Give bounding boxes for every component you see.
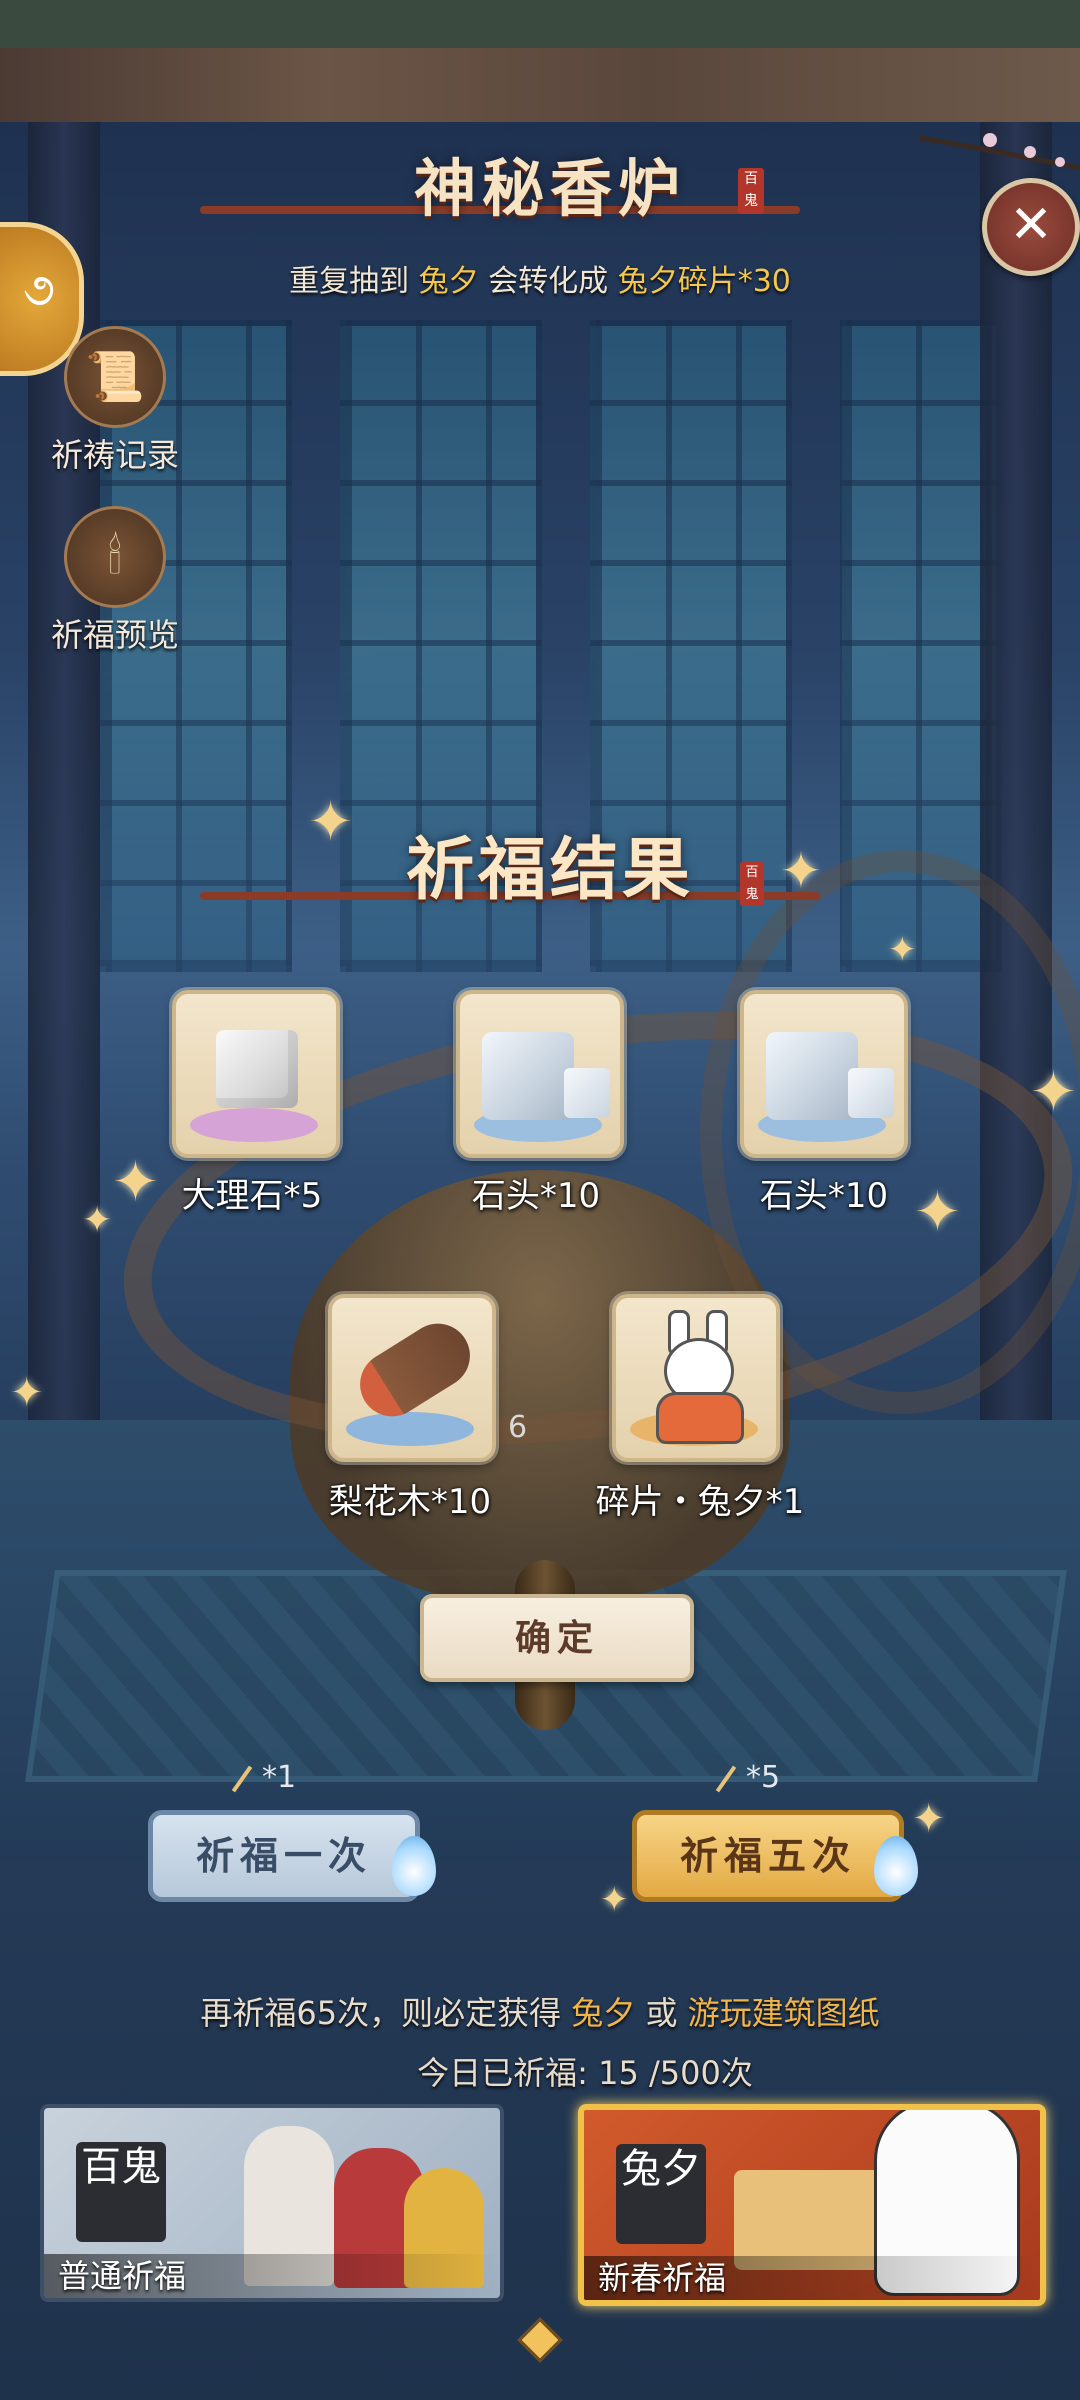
pray-once-cost-value: *1 (262, 1760, 297, 1795)
reward-item-card[interactable] (172, 990, 340, 1158)
reward-item-card[interactable] (740, 990, 908, 1158)
incense-icon: 🕯 (64, 506, 166, 608)
reward-item-card[interactable] (612, 1294, 780, 1462)
confirm-button[interactable]: 确定 (420, 1594, 694, 1682)
sparkle-icon: ✦ (912, 1796, 946, 1842)
today-label: 今日已祈福: (417, 2054, 588, 2092)
item-glow (190, 1108, 318, 1142)
sparkle-icon: ✦ (10, 1370, 44, 1416)
sparkle-icon: ✦ (308, 790, 354, 853)
pray-five-button[interactable]: 祈福五次 (632, 1810, 904, 1902)
sparkle-icon: ✦ (600, 1880, 629, 1920)
reward-item-card[interactable] (328, 1294, 496, 1462)
status-bar (0, 0, 1080, 48)
wood-beam (0, 48, 1080, 122)
notice-name: 兔夕 (418, 264, 479, 299)
result-seal: 百鬼 (740, 862, 764, 906)
notice-middle: 会转化成 (488, 264, 609, 299)
pity-middle: 或 (645, 1994, 678, 2032)
marble-icon (216, 1030, 298, 1108)
reward-item-label: 石头*10 (759, 1176, 889, 1216)
sparkle-icon: ✦ (780, 842, 822, 900)
history-label: 祈祷记录 (50, 436, 179, 474)
pray-five-cost-value: *5 (746, 1760, 781, 1795)
today-value: 15 /500次 (598, 2054, 753, 2092)
result-title: 祈福结果 (405, 830, 694, 910)
sparkle-icon: ✦ (82, 1200, 113, 1241)
reward-item-label: 梨花木*10 (328, 1482, 492, 1522)
pity-prefix: 再祈福65次，则必定获得 (200, 1994, 562, 2032)
pray-once-cost: *1 (231, 1760, 297, 1795)
pity-counter-text: 再祈福65次，则必定获得 兔夕 或 游玩建筑图纸 (0, 1988, 1080, 2034)
today-pray-count: 今日已祈福: 15 /500次 (0, 2048, 1080, 2094)
reward-item-card[interactable] (456, 990, 624, 1158)
preview-label: 祈福预览 (50, 616, 179, 654)
scroll-icon: 📜 (64, 326, 166, 428)
close-button[interactable]: ✕ (982, 178, 1080, 276)
sparkle-icon: ✦ (888, 930, 917, 970)
spring-pray-pool[interactable]: 兔夕 新春祈福 (578, 2104, 1046, 2306)
plum-branch-icon (920, 133, 1080, 171)
notice-prefix: 重复抽到 (289, 264, 410, 299)
pool-label: 普通祈福 (44, 2254, 500, 2298)
pray-five-cost: *5 (715, 1760, 781, 1795)
pool-logo: 兔夕 (616, 2144, 706, 2244)
item-glow (346, 1412, 474, 1446)
swirl-icon: ૭ (23, 262, 55, 316)
reward-item-label: 碎片・兔夕*1 (595, 1482, 805, 1522)
rabbit-body (656, 1392, 744, 1444)
pray-once-button[interactable]: 祈福一次 (148, 1810, 420, 1902)
pool-logo: 百鬼 (76, 2142, 166, 2242)
normal-pray-pool[interactable]: 百鬼 普通祈福 (40, 2104, 504, 2302)
stone-icon (564, 1068, 610, 1118)
sparkle-icon: ✦ (1030, 1060, 1077, 1125)
preview-button[interactable]: 🕯 祈福预览 (40, 506, 190, 656)
pity-reward-2: 游玩建筑图纸 (687, 1994, 880, 2032)
pool-label: 新春祈福 (584, 2256, 1040, 2300)
duplicate-notice: 重复抽到 兔夕 会转化成 兔夕碎片*30 (0, 256, 1080, 300)
pear-wood-icon (348, 1311, 482, 1429)
notice-reward: 兔夕碎片*30 (617, 264, 791, 299)
stone-icon (848, 1068, 894, 1118)
reward-item-label: 石头*10 (471, 1176, 601, 1216)
page-title: 神秘香炉 (413, 152, 686, 225)
stone-icon (482, 1032, 574, 1120)
title-seal: 百鬼 (738, 168, 764, 214)
reward-item-label: 大理石*5 (181, 1176, 323, 1216)
pity-reward-1: 兔夕 (571, 1994, 636, 2032)
item-count-badge: 6 (508, 1410, 528, 1445)
stone-icon (766, 1032, 858, 1120)
history-button[interactable]: 📜 祈祷记录 (40, 326, 190, 476)
